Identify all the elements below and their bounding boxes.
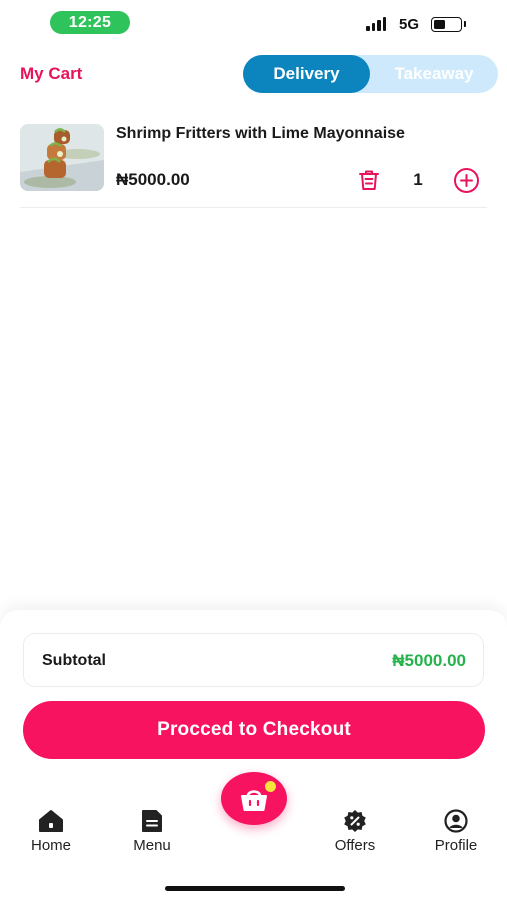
tab-offers[interactable]: Offers xyxy=(315,808,395,854)
offers-icon xyxy=(344,810,366,832)
subtotal-label: Subtotal xyxy=(42,652,106,669)
item-price: ₦5000.00 xyxy=(116,170,190,189)
checkout-button[interactable]: Procced to Checkout xyxy=(23,701,485,759)
page-title: My Cart xyxy=(20,64,83,83)
home-icon xyxy=(39,810,63,832)
cellular-signal-icon xyxy=(366,17,386,31)
tab-home-label: Home xyxy=(30,837,71,854)
home-indicator xyxy=(165,886,345,891)
takeaway-option[interactable]: Takeaway xyxy=(370,55,498,93)
status-time: 12:25 xyxy=(50,11,130,34)
status-bar: 12:25 5G xyxy=(0,0,507,46)
battery-icon xyxy=(431,17,462,32)
cart-badge-dot xyxy=(264,780,277,793)
cart-fab[interactable] xyxy=(221,772,287,825)
tab-profile-label: Profile xyxy=(434,837,478,854)
delivery-mode-toggle: Delivery Takeaway xyxy=(243,55,498,93)
subtotal-value: ₦5000.00 xyxy=(392,651,466,670)
item-image xyxy=(20,124,104,191)
item-name: Shrimp Fritters with Lime Mayonnaise xyxy=(116,125,405,142)
tab-home[interactable]: Home xyxy=(11,808,91,854)
tab-profile[interactable]: Profile xyxy=(416,808,496,854)
network-type: 5G xyxy=(399,16,420,33)
quantity-value: 1 xyxy=(413,170,423,189)
cart-item: Shrimp Fritters with Lime Mayonnaise ₦50… xyxy=(20,122,487,208)
menu-icon xyxy=(142,810,162,832)
battery-tip xyxy=(464,21,466,27)
delivery-option[interactable]: Delivery xyxy=(243,55,370,93)
profile-icon xyxy=(444,809,468,833)
trash-icon[interactable] xyxy=(356,167,382,193)
tab-menu[interactable]: Menu xyxy=(112,808,192,854)
subtotal-card: Subtotal ₦5000.00 xyxy=(23,633,484,687)
tab-menu-label: Menu xyxy=(133,837,171,854)
tab-offers-label: Offers xyxy=(334,837,376,854)
increase-quantity-icon[interactable] xyxy=(453,167,480,194)
